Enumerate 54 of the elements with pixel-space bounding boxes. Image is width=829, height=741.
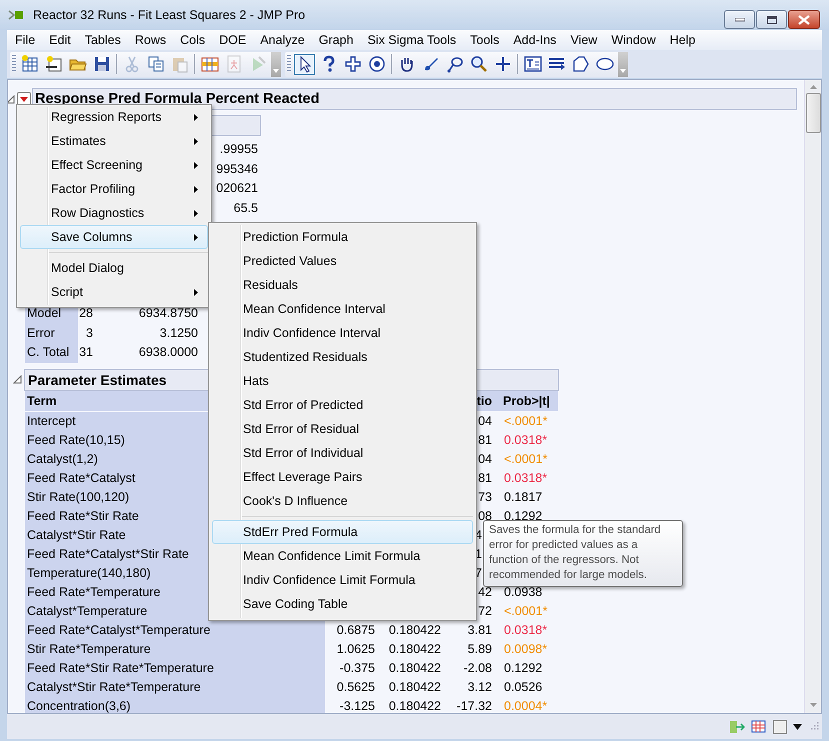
table-cell-text: 0.0004* <box>503 698 548 713</box>
table-cell-text: 0.0318* <box>503 470 548 486</box>
table-cell: Stir Rate*Temperature <box>25 640 325 658</box>
table-cell-text: -0.375 <box>338 660 375 676</box>
column-header: Term <box>27 394 57 408</box>
table-cell-text: 65.5 <box>234 200 259 216</box>
table-cell-text: 020621 <box>216 180 259 197</box>
table-cell-text: .99955 <box>220 141 259 158</box>
table-cell-text: -2.08 <box>462 660 492 676</box>
table-cell-text: 0.0526 <box>503 678 544 696</box>
table-cell-text: 1.0625 <box>336 640 375 658</box>
tooltip: Saves the formula for the standard error for predicted values as a function of the regressors. Not recommended for large models. <box>483 520 683 587</box>
table-cell-text: 3.1250 <box>158 324 198 342</box>
table-cell-text: 5.89 <box>466 640 492 658</box>
table-cell-text: 0.180422 <box>388 622 441 638</box>
table-cell-text: 04 <box>477 412 492 430</box>
table-cell-text: 0.0098* <box>503 640 548 658</box>
table-cell-text: <.0001* <box>503 450 548 468</box>
table-cell-text: -3.125 <box>338 698 375 713</box>
table-cell-text: 31 <box>78 344 93 361</box>
table-cell-text: 0.5625 <box>336 678 375 696</box>
table-cell: Feed Rate*Catalyst*Temperature <box>25 620 325 640</box>
table-cell-text: 73 <box>477 488 492 506</box>
column-header: Prob>|t| <box>503 394 550 408</box>
table-cell-text: 0.6875 <box>336 622 375 638</box>
table-cell-text: 0.180422 <box>388 678 441 696</box>
table-cell-text: 6934.8750 <box>138 305 198 322</box>
row-label: C. Total <box>25 343 78 362</box>
table-cell-text: 72 <box>477 602 492 620</box>
table-cell-text: 0.1817 <box>503 488 544 506</box>
table-cell-text: 0.0318* <box>503 622 548 638</box>
table-cell-text: 81 <box>477 470 492 486</box>
table-cell-text: 6938.0000 <box>138 344 198 361</box>
table-cell: Feed Rate*Stir Rate*Temperature <box>25 658 325 678</box>
table-cell-text: 995346 <box>216 160 259 178</box>
table-cell-text: 0.0318* <box>503 432 548 448</box>
table-cell-text: 28 <box>78 305 93 322</box>
table-cell-text: 3.12 <box>466 678 492 696</box>
row-label: Error <box>25 324 78 343</box>
table-cell-text: 04 <box>477 450 492 468</box>
table-cell-text: 0.180422 <box>388 640 441 658</box>
table-cell-text: -17.32 <box>456 698 492 713</box>
column-header: tio <box>476 394 492 408</box>
table-cell-text: 0.180422 <box>388 698 441 713</box>
table-cell-text: 3 <box>85 324 93 342</box>
table-cell-text: <.0001* <box>503 412 548 430</box>
table-cell-text: 0.180422 <box>388 660 441 676</box>
table-cell-text: 81 <box>477 432 492 448</box>
table-cell-text: <.0001* <box>503 602 548 620</box>
table-cell: Catalyst*Stir Rate*Temperature <box>25 678 325 696</box>
table-cell: Concentration(3,6) <box>25 696 325 713</box>
window-title: Reactor 32 Runs - Fit Least Squares 2 - JMP Pro <box>33 8 306 22</box>
table-cell-text: 3.81 <box>466 622 492 638</box>
table-cell-text: 0.1292 <box>503 660 544 676</box>
